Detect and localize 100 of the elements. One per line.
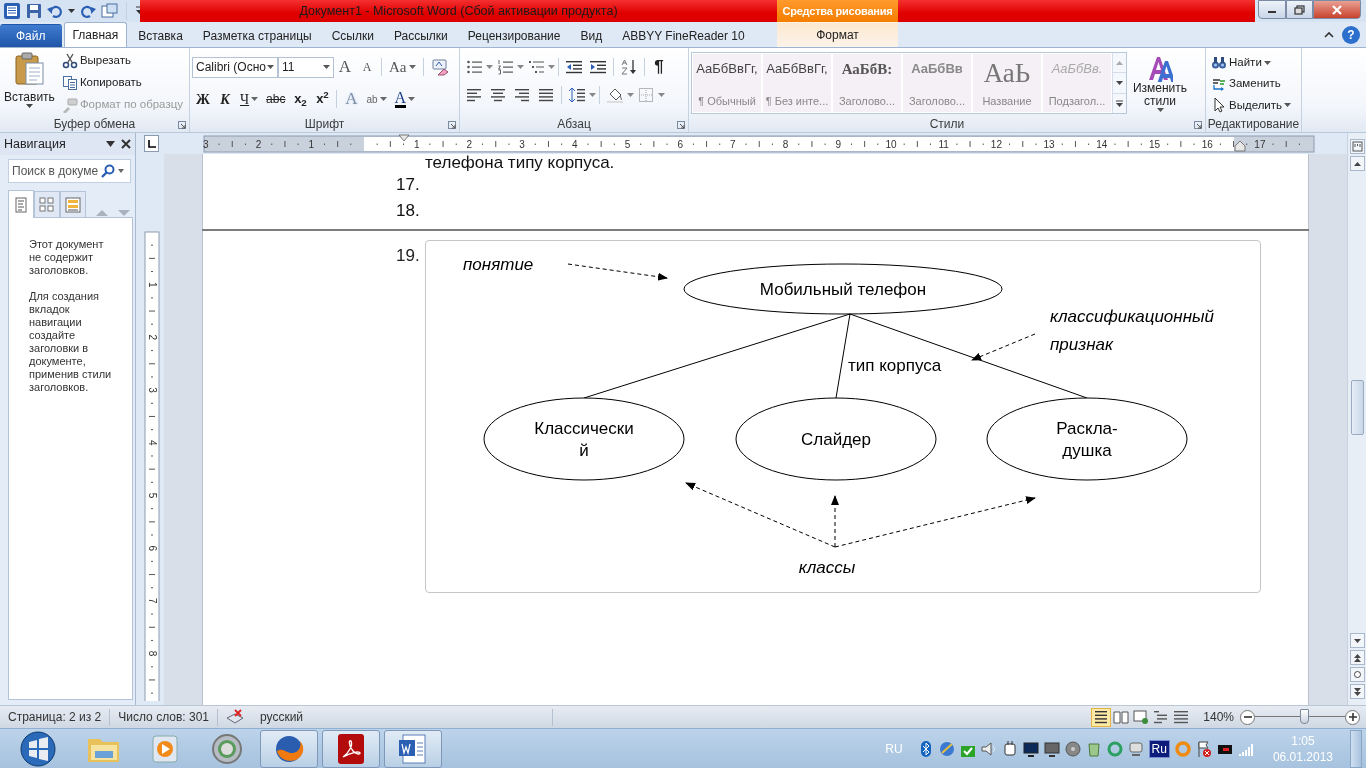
ruler-toggle-button[interactable] [1349, 139, 1365, 154]
disc-icon[interactable] [1064, 740, 1081, 757]
ribbon-tab[interactable]: ABBYY FineReader 10 [613, 24, 754, 47]
align-left-icon [466, 87, 482, 103]
speaker-icon[interactable] [980, 740, 997, 757]
grow-font-button[interactable]: A [334, 56, 356, 78]
ribbon-tab[interactable]: Рецензирование [458, 24, 570, 47]
view-tab[interactable] [34, 191, 60, 217]
tab-selector[interactable] [144, 135, 159, 152]
superscript-button[interactable]: x$^{2}$ [311, 88, 334, 110]
save-icon[interactable] [26, 3, 42, 19]
copy-button[interactable]: Копировать [58, 72, 186, 94]
scroll-thumb[interactable] [1350, 380, 1364, 435]
strikethrough-button[interactable]: abc [262, 88, 290, 110]
caret-icon[interactable] [251, 97, 259, 101]
font-color-button[interactable]: A [390, 88, 420, 110]
undo-icon[interactable] [47, 3, 63, 19]
change-styles-button[interactable]: Изменить стили [1129, 52, 1191, 116]
help-button[interactable]: ? [1342, 25, 1360, 44]
ribbon-tab[interactable]: Вид [571, 24, 612, 47]
ribbon-tab[interactable]: Ссылки [322, 24, 383, 47]
taskbar-button[interactable] [384, 729, 442, 768]
subscript-button[interactable]: x$_{2}$ [289, 88, 312, 110]
caret-icon[interactable] [1263, 60, 1271, 65]
previous-page-button[interactable] [1349, 650, 1365, 665]
caret-icon[interactable] [323, 65, 330, 69]
caret-icon[interactable] [1156, 108, 1164, 112]
recycle-icon[interactable] [1085, 740, 1102, 757]
flag-icon[interactable] [1195, 740, 1212, 757]
redo-icon[interactable] [80, 3, 96, 19]
close-button[interactable] [1313, 0, 1361, 19]
dialog-launcher-icon[interactable] [448, 121, 456, 129]
bold-button[interactable]: Ж [192, 88, 214, 110]
scroll-down-button[interactable] [1113, 73, 1126, 94]
pane-menu-icon[interactable] [106, 141, 115, 147]
show-marks-button[interactable]: ¶ [648, 56, 670, 78]
italic-button[interactable]: К [214, 88, 236, 110]
style-tile[interactable]: АаБбВвГг, ¶ Обычный [693, 54, 761, 112]
caret-icon[interactable] [25, 104, 33, 108]
underline-button[interactable]: Ч [236, 88, 263, 110]
ribbon-tab[interactable]: Главная [63, 22, 128, 47]
language-indicator[interactable]: русский [260, 708, 304, 726]
ribbon-tab[interactable]: Формат [777, 22, 898, 47]
caret-icon[interactable] [267, 65, 274, 69]
zoom-in-button[interactable] [1345, 709, 1360, 725]
paste-button[interactable]: Вставить [2, 50, 57, 116]
browse-object-button[interactable] [1349, 667, 1365, 682]
maximize-button[interactable] [1286, 0, 1313, 19]
keyboard-layout-badge[interactable]: Ru [1148, 739, 1170, 758]
font-name-field[interactable]: Calibri (Осно [192, 56, 278, 78]
ribbon-tab[interactable]: Вставка [129, 24, 192, 47]
cut-button[interactable]: Вырезать [58, 50, 186, 72]
caret-icon[interactable] [408, 97, 416, 101]
dialog-launcher-icon[interactable] [677, 121, 685, 129]
zoom-slider[interactable] [1255, 709, 1345, 725]
shrink-font-button[interactable]: A [356, 56, 378, 78]
globe-icon[interactable] [938, 740, 955, 757]
screen-icon[interactable] [1127, 740, 1144, 757]
ruler-number: 13 [1043, 139, 1055, 150]
find-button[interactable]: Найти [1208, 52, 1295, 74]
zoom-level[interactable]: 140% [1203, 708, 1234, 726]
ribbon-tab[interactable]: Файл [0, 24, 62, 47]
monitor-icon[interactable] [1043, 740, 1060, 757]
caret-icon[interactable] [1284, 103, 1292, 108]
sort-icon [621, 59, 637, 75]
window-icon[interactable] [101, 2, 118, 20]
ribbon-tab[interactable]: Разметка страницы [193, 24, 321, 47]
caret-icon[interactable] [379, 97, 387, 101]
caret-icon[interactable] [68, 9, 75, 13]
change-case-button[interactable]: Aa [385, 56, 420, 78]
replace-button[interactable]: Заменить [1208, 73, 1295, 95]
orb-icon [19, 729, 57, 768]
dialog-launcher-icon[interactable] [178, 121, 186, 129]
minimize-button[interactable] [1258, 0, 1286, 19]
concept-label: понятие [463, 255, 534, 274]
zoom-out-button[interactable] [1240, 709, 1255, 725]
plug-icon[interactable] [1001, 740, 1018, 757]
indent-marker[interactable] [1234, 140, 1246, 152]
style-tile[interactable]: АаБбВ: Заголово... [833, 54, 901, 112]
monitor-icon[interactable] [1022, 740, 1039, 757]
ribbon-tab[interactable]: Рассылки [384, 24, 457, 47]
app-icon[interactable] [3, 2, 21, 20]
highlight-button[interactable]: ab [362, 88, 391, 110]
spelling-check-icon[interactable] [226, 709, 244, 725]
next-page-button[interactable] [1349, 684, 1365, 699]
scroll-down-button[interactable] [1349, 633, 1365, 648]
close-icon[interactable] [121, 139, 131, 149]
style-tile[interactable]: АаЬ Название [973, 54, 1041, 112]
search-field[interactable]: Поиск в докуме [8, 159, 131, 183]
taskbar-button[interactable] [322, 729, 380, 768]
dialog-launcher-icon[interactable] [1194, 121, 1202, 129]
view-button[interactable] [1091, 707, 1112, 727]
taskbar-button[interactable] [260, 729, 318, 768]
font-size-field[interactable]: 11 [278, 56, 334, 78]
style-tile[interactable]: АаБбВвГг, ¶ Без инте... [763, 54, 831, 112]
scroll-up-button[interactable] [1349, 156, 1365, 171]
collapse-ribbon-icon[interactable] [1324, 31, 1334, 38]
select-button[interactable]: Выделить [1208, 94, 1295, 116]
caret-icon[interactable] [408, 65, 416, 69]
zoom-slider-thumb[interactable] [1300, 709, 1309, 724]
